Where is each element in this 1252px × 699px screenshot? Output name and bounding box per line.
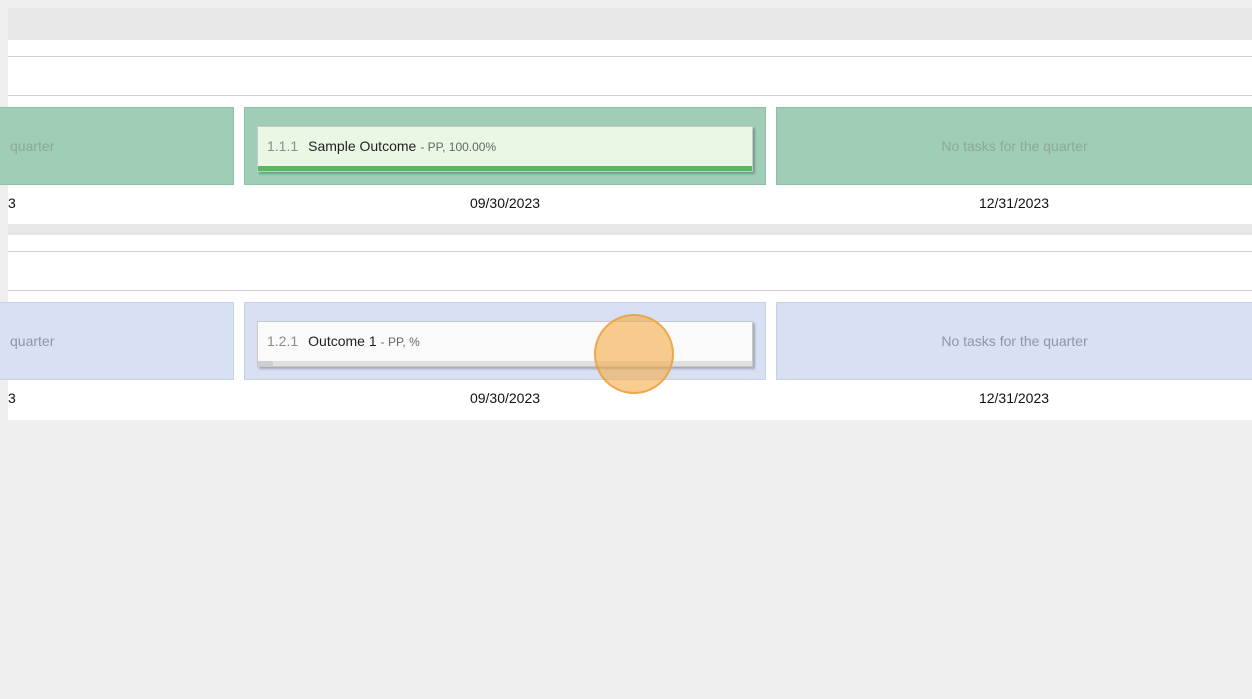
- row-2-q4-cell: No tasks for the quarter: [776, 302, 1252, 380]
- no-tasks-text: No tasks for the quarter: [941, 333, 1088, 349]
- divider: [8, 95, 1252, 96]
- outcome-progress-bar: [258, 361, 752, 366]
- outcome-name[interactable]: Outcome 1: [308, 333, 376, 349]
- row-2-q2-cell: quarter: [0, 302, 234, 380]
- outcome-meta: - PP, %: [380, 335, 420, 349]
- date-label: 09/30/2023: [469, 390, 541, 406]
- row-header-band: [8, 8, 1252, 40]
- outcome-number: 1.1.1: [267, 138, 299, 154]
- date-label: 3: [8, 390, 16, 406]
- outcome-progress-bar: [258, 166, 752, 171]
- outcome-card[interactable]: 1.1.1 Sample Outcome - PP, 100.00%: [257, 126, 753, 172]
- row-1-q2-cell: quarter: [0, 107, 234, 185]
- date-label: 12/31/2023: [978, 390, 1050, 406]
- click-indicator: [594, 314, 674, 394]
- no-tasks-text: quarter: [10, 138, 55, 154]
- outcome-card[interactable]: 1.2.1 Outcome 1 - PP, %: [257, 321, 753, 367]
- date-label: 12/31/2023: [978, 195, 1050, 211]
- outcome-progress-fill: [258, 166, 752, 171]
- outcome-name[interactable]: Sample Outcome: [308, 138, 416, 154]
- divider: [8, 290, 1252, 291]
- row-1-q3-cell: 1.1.1 Sample Outcome - PP, 100.00%: [244, 107, 766, 185]
- row-header-band: [8, 224, 1252, 235]
- no-tasks-text: quarter: [10, 333, 55, 349]
- outcome-number: 1.2.1: [267, 333, 299, 349]
- divider: [8, 251, 1252, 252]
- divider: [8, 56, 1252, 57]
- outcome-meta: - PP, 100.00%: [420, 140, 497, 154]
- row-2-q3-cell: 1.2.1 Outcome 1 - PP, %: [244, 302, 766, 380]
- date-label: 09/30/2023: [469, 195, 541, 211]
- no-tasks-text: No tasks for the quarter: [941, 138, 1088, 154]
- date-label: 3: [8, 195, 16, 211]
- row-1-q4-cell: No tasks for the quarter: [776, 107, 1252, 185]
- outcome-progress-fill: [258, 361, 273, 366]
